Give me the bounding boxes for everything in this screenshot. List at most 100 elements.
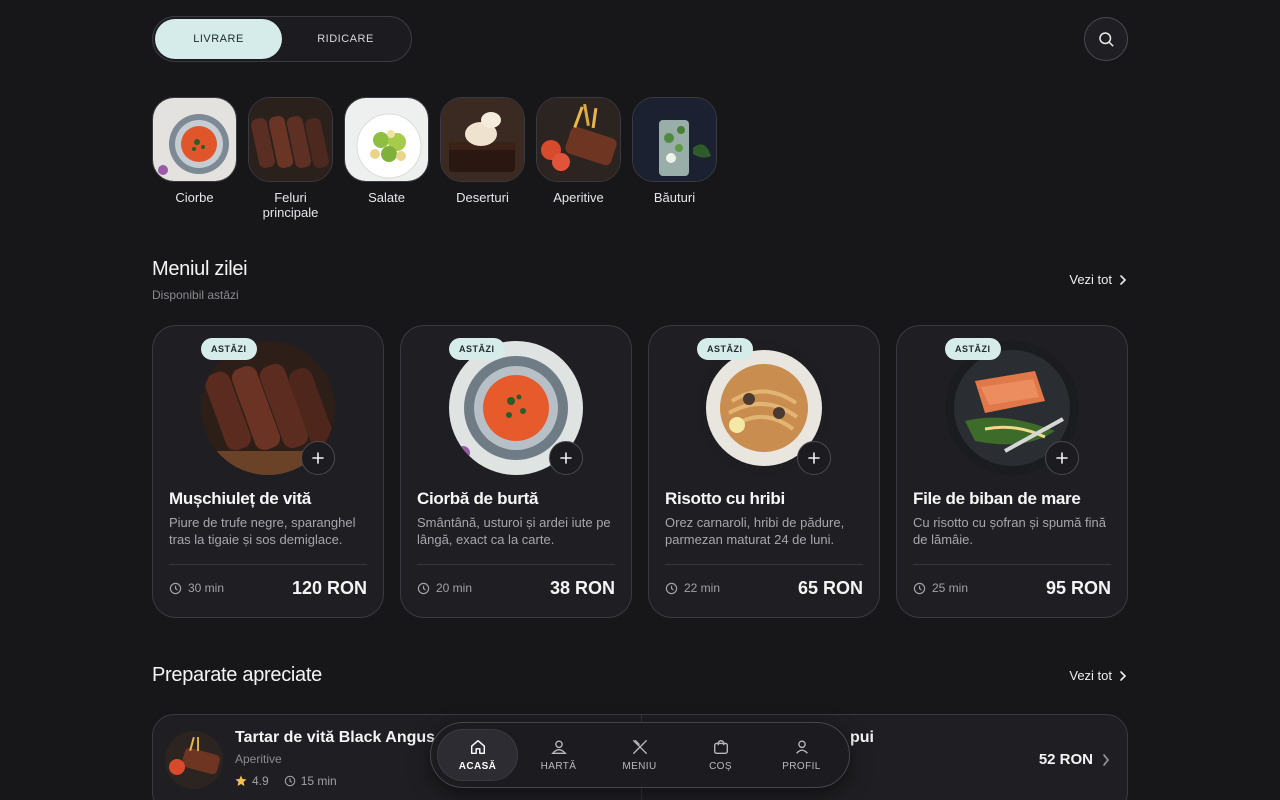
popular-see-all-link[interactable]: Vezi tot — [1069, 668, 1128, 683]
daily-see-all-link[interactable]: Vezi tot — [1069, 272, 1128, 287]
clock-icon — [417, 582, 430, 594]
dish-name: Mușchiuleț de vită — [169, 489, 311, 508]
category-image-appetizers — [536, 97, 621, 182]
nav-item-map[interactable]: HARTĂ — [518, 729, 599, 781]
category-salads[interactable]: Salate — [344, 97, 429, 220]
see-all-label: Vezi tot — [1069, 272, 1112, 287]
prep-time-value: 15 min — [300, 774, 337, 788]
popular-dish-price: 52 RON — [1038, 751, 1093, 768]
category-label: Salate — [368, 190, 405, 205]
nav-label: COȘ — [709, 761, 732, 772]
prep-time-value: 22 min — [684, 581, 721, 595]
rating-value: 4.9 — [252, 774, 269, 788]
dish-name: File de biban de mare — [913, 489, 1081, 508]
delivery-option[interactable]: LIVRARE — [155, 19, 282, 59]
add-to-cart-button[interactable] — [797, 441, 831, 475]
add-to-cart-button[interactable] — [1045, 441, 1079, 475]
nav-label: PROFIL — [782, 761, 821, 772]
dish-price: 38 RON — [549, 578, 615, 598]
bottom-navigation: ACASĂ HARTĂ MENIU COȘ PROFIL — [430, 722, 850, 788]
popular-dish-meta: 4.9 15 min — [235, 774, 337, 788]
nav-item-menu[interactable]: MENIU — [599, 729, 680, 781]
nav-label: ACASĂ — [458, 761, 497, 772]
category-label: Ciorbe — [175, 190, 214, 205]
category-soups[interactable]: Ciorbe — [152, 97, 237, 220]
pickup-option[interactable]: RIDICARE — [282, 19, 409, 59]
plus-icon — [560, 452, 572, 464]
dish-price: 120 RON — [291, 578, 367, 598]
chevron-right-icon[interactable] — [1101, 753, 1111, 767]
dish-card[interactable]: ASTĂZI Mușchiuleț de vită Piure de trufe… — [152, 325, 384, 618]
prep-time: 30 min — [169, 581, 224, 595]
delivery-mode-toggle: LIVRARE RIDICARE — [152, 16, 412, 62]
card-divider — [665, 564, 863, 565]
daily-menu-subtitle: Disponibil astăzi — [152, 288, 239, 302]
today-badge: ASTĂZI — [449, 338, 505, 360]
plus-icon — [1056, 452, 1068, 464]
search-button[interactable] — [1084, 17, 1128, 61]
app-root: LIVRARE RIDICARE Ciorbe Feluri principal… — [152, 0, 1128, 800]
nav-item-profile[interactable]: PROFIL — [761, 729, 842, 781]
dish-description: Piure de trufe negre, sparanghel tras la… — [169, 515, 356, 547]
nav-item-cart[interactable]: COȘ — [680, 729, 761, 781]
prep-time: 25 min — [913, 581, 968, 595]
daily-menu-title: Meniul zilei — [152, 258, 248, 280]
today-badge: ASTĂZI — [945, 338, 1001, 360]
category-desserts[interactable]: Deserturi — [440, 97, 525, 220]
daily-menu-cards: ASTĂZI Mușchiuleț de vită Piure de trufe… — [152, 325, 1128, 618]
clock-icon — [913, 582, 926, 594]
nav-item-home[interactable]: ACASĂ — [437, 729, 518, 781]
dish-card[interactable]: ASTĂZI Ciorbă de burtă Smântână, usturoi… — [400, 325, 632, 618]
plus-icon — [808, 452, 820, 464]
today-badge: ASTĂZI — [697, 338, 753, 360]
star-icon — [235, 775, 247, 786]
chevron-right-icon — [1120, 670, 1127, 681]
category-label: Aperitive — [553, 190, 604, 205]
category-label: Feluri principale — [262, 190, 319, 220]
category-image-desserts — [440, 97, 525, 182]
search-icon — [1099, 32, 1114, 47]
bag-icon — [713, 740, 728, 754]
prep-time-value: 25 min — [932, 581, 969, 595]
dish-description: Smântână, usturoi și ardei iute pe lângă… — [417, 515, 611, 547]
category-image-salads — [344, 97, 429, 182]
clock-icon — [284, 775, 295, 787]
user-icon — [795, 740, 808, 754]
prep-time: 20 min — [417, 581, 472, 595]
clock-icon — [665, 582, 678, 594]
dish-card[interactable]: ASTĂZI Risotto cu hribi Orez carnaroli, … — [648, 325, 880, 618]
today-badge: ASTĂZI — [201, 338, 257, 360]
see-all-label: Vezi tot — [1069, 668, 1112, 683]
home-icon — [470, 739, 485, 755]
nav-label: MENIU — [622, 761, 657, 772]
popular-dish-category: Aperitive — [235, 752, 282, 766]
prep-time-value: 20 min — [436, 581, 473, 595]
dish-description: Cu risotto cu șofran și spumă fină de lă… — [913, 515, 1106, 547]
category-label: Deserturi — [456, 190, 509, 205]
category-list: Ciorbe Feluri principale Salate Desertur… — [152, 97, 717, 220]
dish-description: Orez carnaroli, hribi de pădure, parmeza… — [665, 515, 845, 547]
category-drinks[interactable]: Băuturi — [632, 97, 717, 220]
category-mains[interactable]: Feluri principale — [248, 97, 333, 220]
prep-time-value: 30 min — [188, 581, 225, 595]
clock-icon — [169, 582, 182, 594]
popular-dish-name[interactable]: Tartar de vită Black Angus — [235, 729, 435, 747]
category-appetizers[interactable]: Aperitive — [536, 97, 621, 220]
add-to-cart-button[interactable] — [549, 441, 583, 475]
popular-dish-name[interactable]: pui — [850, 729, 874, 747]
card-divider — [169, 564, 367, 565]
category-label: Băuturi — [653, 190, 696, 205]
dish-card[interactable]: ASTĂZI File de biban de mare Cu risotto … — [896, 325, 1128, 618]
chevron-right-icon — [1120, 274, 1127, 285]
dish-price: 65 RON — [797, 578, 863, 598]
category-image-mains — [248, 97, 333, 182]
prep-time: 22 min — [665, 581, 720, 595]
plus-icon — [312, 452, 324, 464]
nav-label: HARTĂ — [540, 761, 577, 772]
dish-name: Risotto cu hribi — [665, 489, 785, 508]
add-to-cart-button[interactable] — [301, 441, 335, 475]
map-pin-icon — [550, 740, 567, 754]
popular-title: Preparate apreciate — [152, 664, 322, 686]
card-divider — [417, 564, 615, 565]
category-image-soups — [152, 97, 237, 182]
